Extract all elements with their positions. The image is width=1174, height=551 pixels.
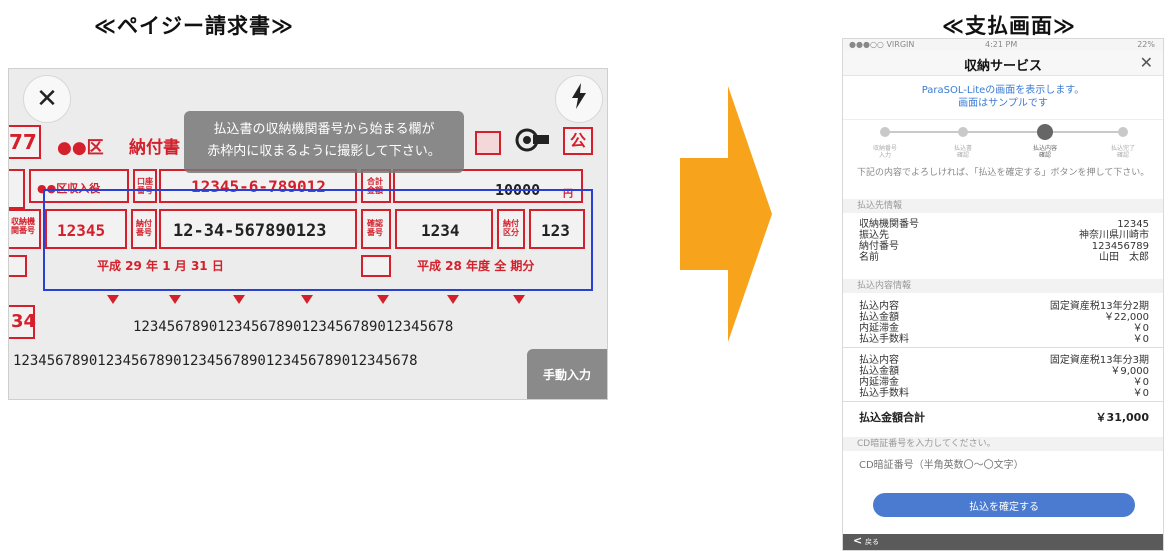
marker-triangle <box>447 295 459 304</box>
public-badge-text: 公 <box>569 131 586 150</box>
marker-triangle <box>301 295 313 304</box>
slip-title: 納付書 <box>129 138 180 158</box>
tooltip-line-1: 払込書の収納機関番号から始まる欄が <box>213 122 435 137</box>
total-value: ￥31,000 <box>1095 411 1149 424</box>
confirm-instructions: 下記の内容でよろしければ、「払込を確定する」ボタンを押して下さい。 <box>857 168 1150 178</box>
step-dot-1 <box>880 127 890 137</box>
info-row: 払込金額 ￥22,000 <box>859 312 1149 323</box>
back-icon[interactable]: < <box>853 534 862 547</box>
info-row: 内延滞金 ￥0 <box>859 323 1149 334</box>
barcode-digits-line-2: 1234567890123456789012345678901234567890… <box>13 353 418 369</box>
bottom-toolbar: < 戻る <box>843 534 1163 550</box>
status-carrier: ●●●○○ VIRGIN <box>849 40 915 49</box>
payee-info: 収納機関番号 12345 振込先 神奈川県川崎市 納付番号 123456789 名前山… <box>859 219 1149 263</box>
step-label-2: 払込書 確認 <box>953 145 972 159</box>
info-row: 収納機関番号 12345 <box>859 219 1149 230</box>
total-label: 払込金額合計 <box>859 411 925 424</box>
info-row: 内延滞金 ￥0 <box>859 377 1149 388</box>
notice-line-1: ParaSOL-Liteの画面を表示します。 <box>921 85 1085 96</box>
pin-section-header: CD暗証番号を入力してください。 <box>843 437 1163 451</box>
divider <box>843 401 1163 402</box>
info-row: 振込先 神奈川県川崎市 <box>859 230 1149 241</box>
marker-triangle <box>169 295 181 304</box>
step-dot-2 <box>958 127 968 137</box>
step-dot-4 <box>1118 127 1128 137</box>
status-battery: 22% <box>1137 40 1155 49</box>
right-section-title: ≪支払画面≫ <box>942 14 1076 38</box>
flash-icon <box>570 82 588 116</box>
payment-detail-group-1: 払込内容 固定資産税13年分2期 払込金額 ￥22,000 内延滞金 ￥0 払込手数料… <box>859 301 1149 345</box>
back-label[interactable]: 戻る <box>865 537 879 547</box>
tooltip-line-2: 赤枠内に収まるように撮影して下さい。 <box>207 144 441 159</box>
info-row: 払込手数料 ￥0 <box>859 334 1149 345</box>
close-icon: ✕ <box>36 84 58 114</box>
institution-label-box: 収納機関番号 <box>9 209 41 249</box>
payment-detail-group-2: 払込内容 固定資産税13年分3期 払込金額 ￥9,000 内延滞金 ￥0 払込手数料 ￥… <box>859 355 1149 399</box>
slip-ward-name: ●●区 <box>57 138 104 158</box>
slip-stamp <box>475 131 501 155</box>
payment-screen: ●●●○○ VIRGIN 4:21 PM 22% 収納サービス ✕ ParaSO… <box>842 38 1164 551</box>
status-time: 4:21 PM <box>985 40 1018 49</box>
barcode-digits-line-1: 12345678901234567890123456789012345678 <box>133 319 454 335</box>
step-label-4: 払込完了 確認 <box>1110 145 1135 159</box>
close-icon[interactable]: ✕ <box>1140 53 1153 72</box>
payee-section-header: 払込先情報 <box>843 199 1163 213</box>
marker-triangle <box>107 295 119 304</box>
slip-side-label <box>9 169 25 209</box>
info-row: 払込金額 ￥9,000 <box>859 366 1149 377</box>
manual-input-button[interactable]: 手動入力 <box>527 349 607 399</box>
nav-bar: 収納サービス ✕ <box>843 51 1163 76</box>
scan-instruction-tooltip: 払込書の収納機関番号から始まる欄が 赤枠内に収まるように撮影して下さい。 <box>184 111 464 173</box>
left-section-title: ≪ペイジー請求書≫ <box>94 14 294 38</box>
info-row: 名前 山田 太郎 <box>859 252 1149 263</box>
info-row: 払込手数料 ￥0 <box>859 388 1149 399</box>
info-row: 納付番号 123456789 <box>859 241 1149 252</box>
divider <box>843 347 1163 348</box>
slip-number-box: 77 <box>9 125 41 159</box>
stepper-line <box>885 131 1123 133</box>
total-row: 払込金額合計 ￥31,000 <box>859 409 1149 425</box>
detail-section-header: 払込内容情報 <box>843 279 1163 293</box>
side-number-box: 34 <box>9 305 37 339</box>
pin-input[interactable] <box>857 459 1155 472</box>
scanner-view: ✕ 払込書の収納機関番号から始まる欄が 赤枠内に収まるように撮影して下さい。 7… <box>8 68 608 400</box>
row4-left-box <box>9 255 27 277</box>
notice-line-2: 画面はサンプルです <box>958 98 1048 109</box>
status-bar: ●●●○○ VIRGIN 4:21 PM 22% <box>843 39 1163 51</box>
flash-button[interactable] <box>555 75 603 123</box>
arrow-right-icon <box>680 86 772 346</box>
slip-number: 77 <box>9 130 37 154</box>
marker-triangle <box>377 295 389 304</box>
info-row: 払込内容 固定資産税13年分3期 <box>859 355 1149 366</box>
marker-triangle <box>513 295 525 304</box>
info-row: 払込内容 固定資産税13年分2期 <box>859 301 1149 312</box>
marker-triangle <box>233 295 245 304</box>
step-label-3: 払込内容 確認 <box>1032 145 1057 159</box>
pay-easy-logo <box>515 127 553 157</box>
step-dot-3-active <box>1037 124 1053 140</box>
close-button[interactable]: ✕ <box>23 75 71 123</box>
side-number: 34 <box>11 311 37 332</box>
institution-label: 収納機関番号 <box>11 217 35 235</box>
confirm-payment-button[interactable]: 払込を確定する <box>873 493 1135 517</box>
screen-title: 収納サービス <box>963 59 1042 74</box>
public-badge: 公 <box>563 127 593 155</box>
divider <box>843 119 1163 120</box>
scan-frame <box>43 189 593 291</box>
progress-stepper: 収納番号 入力 払込書 確認 払込内容 確認 払込完了 確認 <box>863 121 1145 159</box>
step-label-1: 収納番号 入力 <box>872 145 897 159</box>
